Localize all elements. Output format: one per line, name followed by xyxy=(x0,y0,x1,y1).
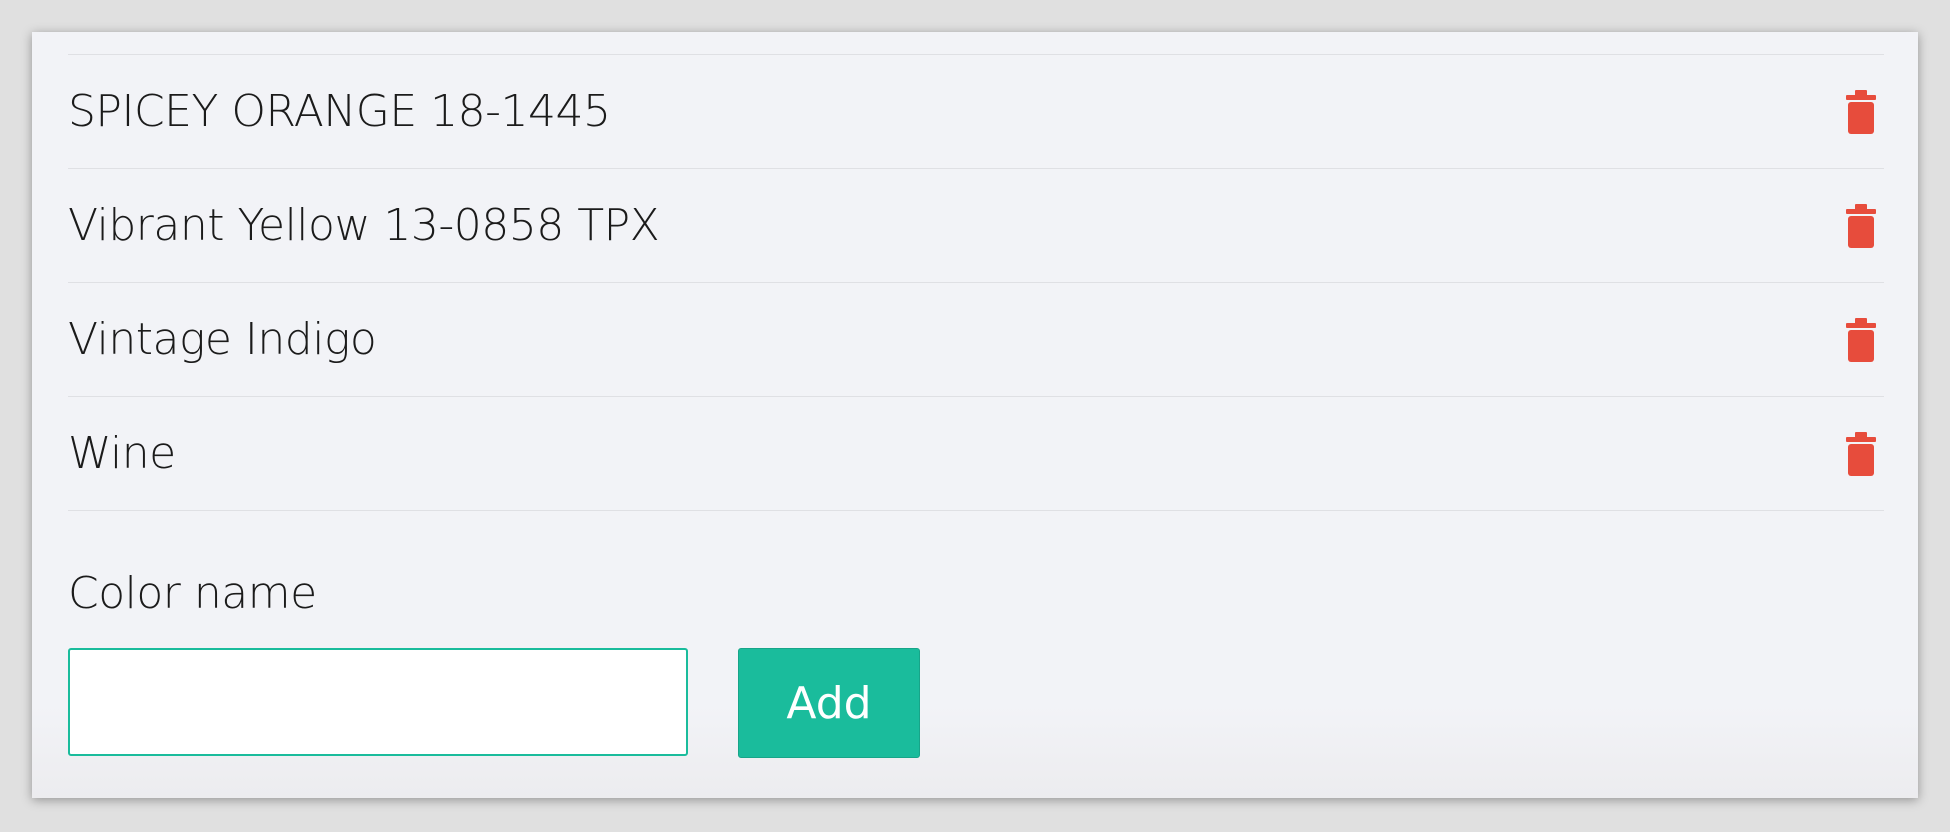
trash-icon[interactable] xyxy=(1846,89,1876,134)
color-name-input[interactable] xyxy=(68,648,688,756)
color-label: Wine xyxy=(68,428,176,479)
color-list-panel: SPICEY ORANGE 18-1445 Vibrant Yellow 13-… xyxy=(32,32,1918,798)
color-label: Vibrant Yellow 13-0858 TPX xyxy=(68,200,660,251)
trash-icon[interactable] xyxy=(1846,431,1876,476)
color-label: Vintage Indigo xyxy=(68,314,377,365)
list-item: Wine xyxy=(68,397,1884,511)
color-list: SPICEY ORANGE 18-1445 Vibrant Yellow 13-… xyxy=(68,54,1884,511)
trash-icon[interactable] xyxy=(1846,317,1876,362)
list-item: Vintage Indigo xyxy=(68,283,1884,397)
color-label: SPICEY ORANGE 18-1445 xyxy=(68,86,611,137)
list-item: Vibrant Yellow 13-0858 TPX xyxy=(68,169,1884,283)
list-item: SPICEY ORANGE 18-1445 xyxy=(68,55,1884,169)
add-button[interactable]: Add xyxy=(738,648,920,758)
trash-icon[interactable] xyxy=(1846,203,1876,248)
color-name-label: Color name xyxy=(68,568,317,619)
